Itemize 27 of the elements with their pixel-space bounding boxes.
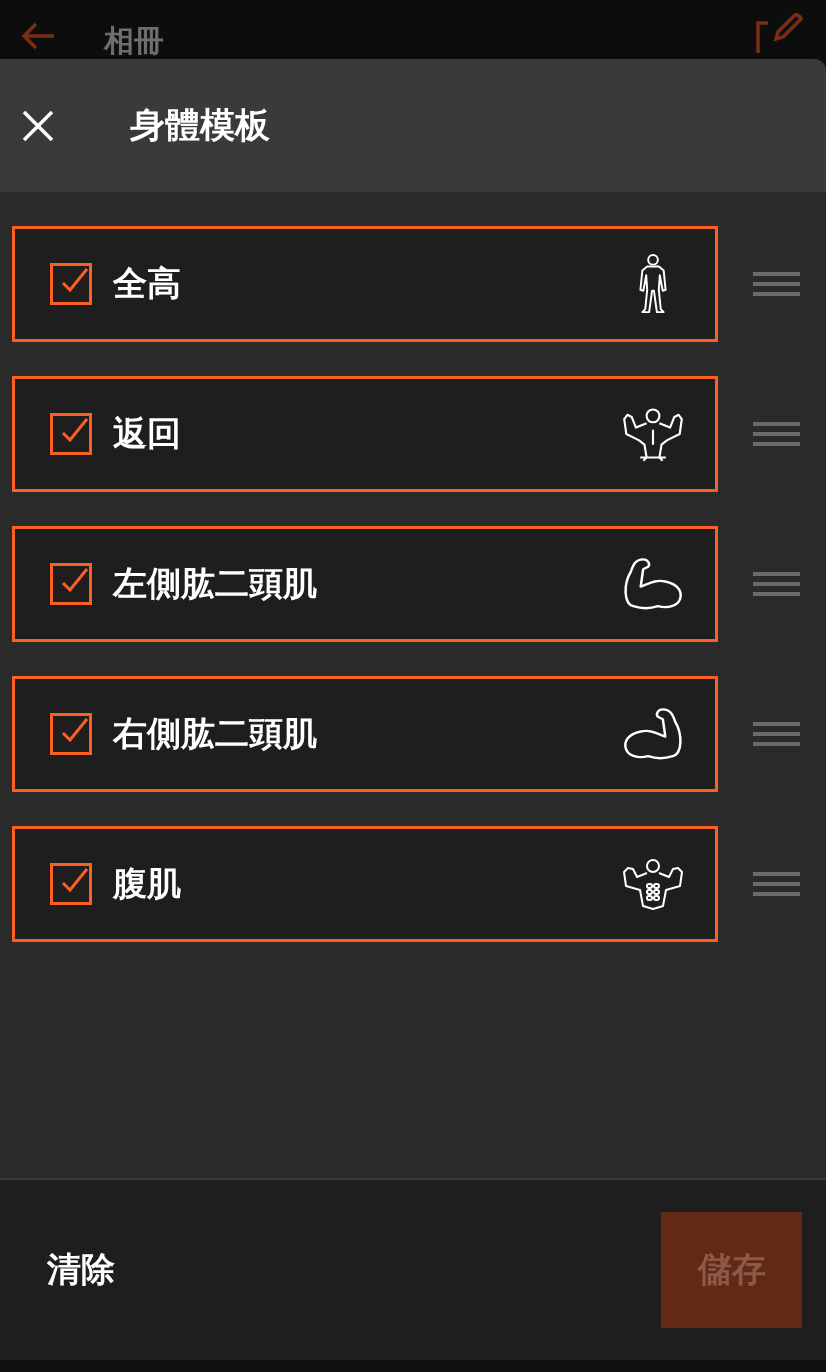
template-item[interactable]: 全高 (12, 226, 718, 342)
item-label: 返回 (113, 412, 181, 455)
item-label: 腹肌 (113, 862, 181, 905)
template-item[interactable]: 返回 (12, 376, 718, 492)
sheet-title: 身體模板 (130, 104, 270, 147)
drag-handle-icon[interactable] (753, 272, 800, 296)
clear-button[interactable]: 清除 (47, 1247, 115, 1293)
drag-handle-icon[interactable] (753, 722, 800, 746)
edit-icon[interactable] (754, 13, 804, 53)
template-item[interactable]: 腹肌 (12, 826, 718, 942)
screen-title: 相冊 (104, 23, 164, 59)
item-label: 左側肱二頭肌 (113, 562, 317, 605)
drag-handle-icon[interactable] (753, 872, 800, 896)
close-button[interactable] (22, 109, 54, 142)
checkbox[interactable] (50, 413, 92, 455)
checkbox[interactable] (50, 713, 92, 755)
back-arrow-icon[interactable] (20, 21, 56, 51)
item-label: 右側肱二頭肌 (113, 712, 317, 755)
item-label: 全高 (113, 262, 181, 305)
checkbox[interactable] (50, 263, 92, 305)
drag-handle-icon[interactable] (753, 572, 800, 596)
checkbox[interactable] (50, 563, 92, 605)
template-item[interactable]: 左側肱二頭肌 (12, 526, 718, 642)
close-icon (22, 109, 54, 142)
checkbox[interactable] (50, 863, 92, 905)
drag-handle-icon[interactable] (753, 422, 800, 446)
template-item[interactable]: 右側肱二頭肌 (12, 676, 718, 792)
